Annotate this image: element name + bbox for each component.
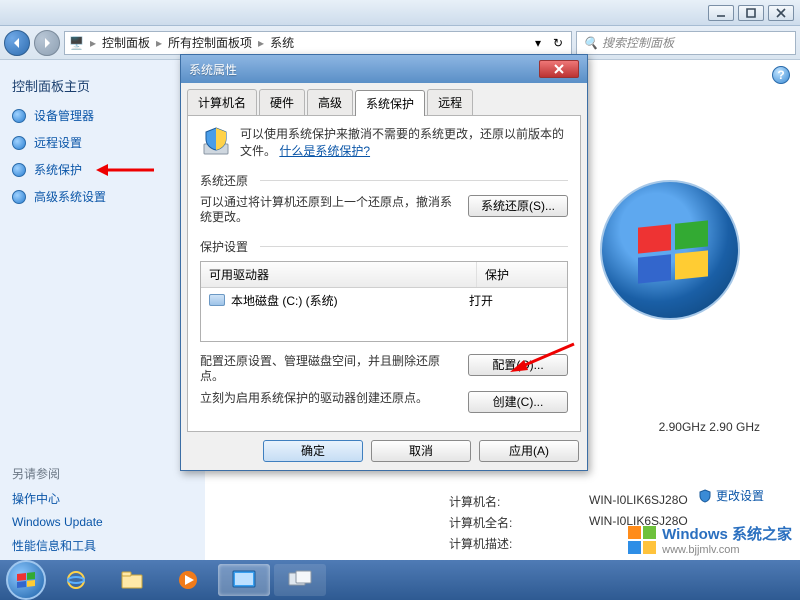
start-button[interactable] [6, 560, 46, 600]
apply-button[interactable]: 应用(A) [479, 440, 579, 462]
see-also-performance[interactable]: 性能信息和工具 [12, 537, 193, 554]
configure-button[interactable]: 配置(O)... [468, 354, 568, 376]
see-also-action-center[interactable]: 操作中心 [12, 490, 193, 507]
drive-icon [209, 294, 225, 306]
shield-icon [12, 163, 26, 177]
window-maximize-button[interactable] [738, 5, 764, 21]
cpu-speed-text: 2.90GHz 2.90 GHz [659, 420, 760, 434]
sidebar: 控制面板主页 设备管理器 远程设置 系统保护 高级系统设置 另请参阅 操作中心 … [0, 60, 205, 560]
dialog-title: 系统属性 [189, 61, 237, 78]
shield-icon [698, 489, 712, 503]
taskbar [0, 560, 800, 600]
create-description: 立刻为启用系统保护的驱动器创建还原点。 [200, 391, 460, 407]
computer-icon: 🖥️ [69, 36, 84, 50]
tab-remote[interactable]: 远程 [427, 89, 473, 115]
shield-icon [12, 190, 26, 204]
sidebar-item-system-protection[interactable]: 系统保护 [12, 161, 193, 178]
taskbar-system-properties-button[interactable] [274, 564, 326, 596]
windows-logo [600, 180, 740, 320]
search-placeholder: 搜索控制面板 [602, 34, 674, 51]
address-dropdown-button[interactable]: ▾ [529, 34, 547, 52]
taskbar-explorer-button[interactable] [106, 564, 158, 596]
cancel-button[interactable]: 取消 [371, 440, 471, 462]
watermark: Windows 系统之家 www.bjjmlv.com [628, 523, 792, 556]
system-restore-button[interactable]: 系统还原(S)... [468, 195, 568, 217]
protection-icon [200, 126, 232, 158]
col-available-drives: 可用驱动器 [201, 262, 477, 287]
taskbar-ie-button[interactable] [50, 564, 102, 596]
create-restore-point-button[interactable]: 创建(C)... [468, 391, 568, 413]
breadcrumb[interactable]: 控制面板 [102, 34, 150, 51]
breadcrumb[interactable]: 所有控制面板项 [168, 34, 252, 51]
breadcrumb[interactable]: 系统 [270, 34, 294, 51]
see-also-windows-update[interactable]: Windows Update [12, 515, 193, 529]
intro-text: 可以使用系统保护来撤消不需要的系统更改，还原以前版本的文件。 什么是系统保护? [240, 126, 568, 160]
nav-back-button[interactable] [4, 30, 30, 56]
dialog-footer: 确定 取消 应用(A) [181, 432, 587, 470]
search-icon: 🔍 [583, 36, 598, 50]
drive-listbox[interactable]: 可用驱动器 保护 本地磁盘 (C:) (系统) 打开 [200, 261, 568, 342]
window-minimize-button[interactable] [708, 5, 734, 21]
window-close-button[interactable] [768, 5, 794, 21]
watermark-logo-icon [628, 526, 656, 554]
sidebar-item-device-manager[interactable]: 设备管理器 [12, 107, 193, 124]
sidebar-item-remote-settings[interactable]: 远程设置 [12, 134, 193, 151]
dialog-titlebar[interactable]: 系统属性 [181, 55, 587, 83]
dialog-tabs: 计算机名 硬件 高级 系统保护 远程 [181, 83, 587, 115]
what-is-protection-link[interactable]: 什么是系统保护? [279, 144, 370, 158]
sidebar-title: 控制面板主页 [12, 76, 193, 95]
configure-description: 配置还原设置、管理磁盘空间，并且删除还原点。 [200, 354, 460, 385]
ok-button[interactable]: 确定 [263, 440, 363, 462]
address-bar[interactable]: 🖥️ ▸ 控制面板 ▸ 所有控制面板项 ▸ 系统 ▾ ↻ [64, 31, 572, 55]
window-titlebar [0, 0, 800, 26]
tab-panel: 可以使用系统保护来撤消不需要的系统更改，还原以前版本的文件。 什么是系统保护? … [187, 115, 581, 432]
nav-forward-button[interactable] [34, 30, 60, 56]
dialog-close-button[interactable] [539, 60, 579, 78]
change-settings-link[interactable]: 更改设置 [698, 487, 764, 504]
search-input[interactable]: 🔍 搜索控制面板 [576, 31, 796, 55]
system-restore-group-title: 系统还原 [200, 172, 568, 189]
taskbar-control-panel-button[interactable] [218, 564, 270, 596]
system-properties-dialog: 系统属性 计算机名 硬件 高级 系统保护 远程 可以使用系统保护来撤消不需要的系… [180, 54, 588, 471]
taskbar-media-player-button[interactable] [162, 564, 214, 596]
sidebar-item-advanced-settings[interactable]: 高级系统设置 [12, 188, 193, 205]
shield-icon [12, 109, 26, 123]
shield-icon [12, 136, 26, 150]
drive-row[interactable]: 本地磁盘 (C:) (系统) 打开 [201, 288, 567, 313]
tab-computer-name[interactable]: 计算机名 [187, 89, 257, 115]
see-also-title: 另请参阅 [12, 465, 193, 482]
breadcrumb-sep: ▸ [90, 36, 96, 50]
tab-advanced[interactable]: 高级 [307, 89, 353, 115]
restore-description: 可以通过将计算机还原到上一个还原点，撤消系统更改。 [200, 195, 460, 226]
protection-settings-group-title: 保护设置 [200, 238, 568, 255]
refresh-button[interactable]: ↻ [549, 34, 567, 52]
tab-hardware[interactable]: 硬件 [259, 89, 305, 115]
col-protection: 保护 [477, 262, 567, 287]
tab-system-protection[interactable]: 系统保护 [355, 90, 425, 116]
